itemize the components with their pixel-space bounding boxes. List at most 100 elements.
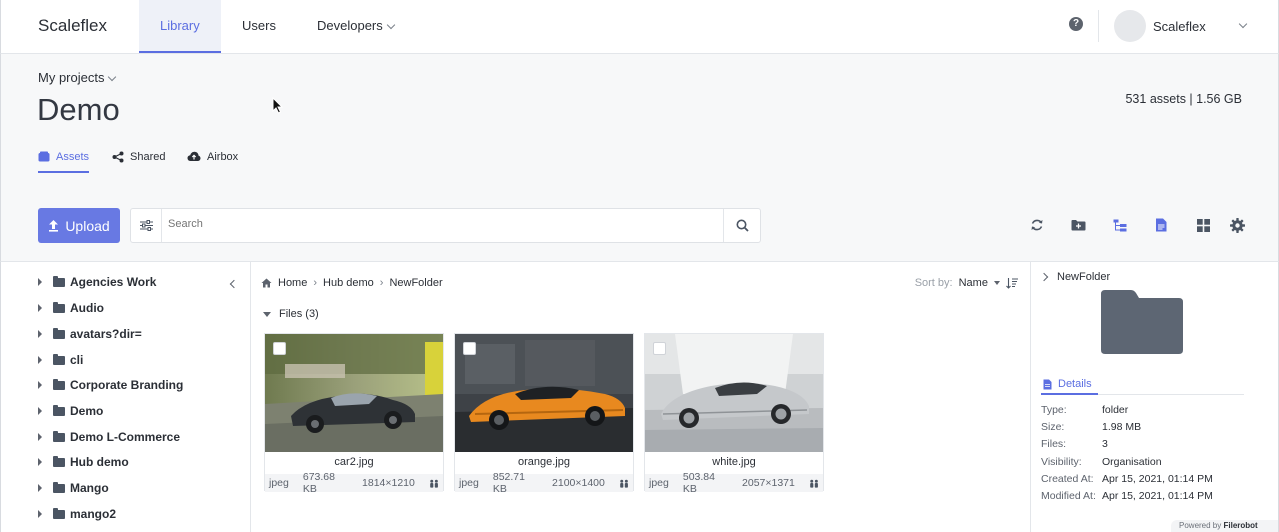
help-icon[interactable]: ? xyxy=(1069,17,1083,31)
tree-icon xyxy=(1113,219,1127,231)
projects-dropdown[interactable]: My projects xyxy=(38,70,117,85)
people-icon xyxy=(810,479,818,488)
folder-item[interactable]: cli xyxy=(38,350,83,370)
search-bar xyxy=(130,208,761,243)
avatar[interactable] xyxy=(1114,10,1146,42)
sort-order-icon[interactable] xyxy=(1006,277,1018,289)
folder-plus-icon xyxy=(1071,220,1085,231)
tree-view-button[interactable] xyxy=(1112,217,1128,233)
gear-icon xyxy=(1229,217,1245,233)
caret-right-icon[interactable] xyxy=(38,330,42,338)
caret-down-icon xyxy=(263,311,271,317)
detail-row: Files: 3 xyxy=(1041,438,1108,450)
folder-tree: Agencies Work Audio avatars?dir= cli Cor… xyxy=(0,262,251,532)
assets-icon xyxy=(38,151,50,162)
detail-row: Created At: Apr 15, 2021, 01:14 PM xyxy=(1041,473,1213,485)
subtab-shared[interactable]: Shared xyxy=(112,151,165,173)
caret-right-icon[interactable] xyxy=(38,458,42,466)
detail-row: Visibility: Organisation xyxy=(1041,456,1162,468)
file-card[interactable]: car2.jpg jpeg 673.68 KB 1814×1210 xyxy=(264,333,444,495)
sort-select[interactable]: Name xyxy=(959,277,1000,289)
chevron-right-icon[interactable] xyxy=(1039,272,1049,282)
select-checkbox[interactable] xyxy=(463,342,476,355)
grid-view-button[interactable] xyxy=(1195,217,1211,233)
caret-down-icon xyxy=(994,281,1000,285)
file-name: white.jpg xyxy=(712,456,756,468)
search-input[interactable] xyxy=(168,218,708,230)
folder-icon xyxy=(53,507,65,519)
folder-item[interactable]: Agencies Work xyxy=(38,272,156,292)
tab-details[interactable]: Details xyxy=(1041,375,1098,395)
select-checkbox[interactable] xyxy=(273,342,286,355)
file-card[interactable]: orange.jpg jpeg 852.71 KB 2100×1400 xyxy=(454,333,634,495)
select-checkbox[interactable] xyxy=(653,342,666,355)
details-tabs: Details xyxy=(1041,375,1244,395)
caret-right-icon[interactable] xyxy=(38,356,42,364)
chevron-right-icon: › xyxy=(379,277,384,289)
chevron-down-icon xyxy=(108,72,117,82)
folder-item[interactable]: Corporate Branding xyxy=(38,375,183,395)
details-panel-button[interactable] xyxy=(1153,217,1169,233)
folder-icon xyxy=(53,378,65,390)
subtab-airbox[interactable]: Airbox xyxy=(187,151,238,173)
asset-stats: 531 assets | 1.56 GB xyxy=(1125,92,1242,106)
folder-item[interactable]: Audio xyxy=(38,298,104,318)
upload-arrow-icon xyxy=(49,220,59,232)
caret-right-icon[interactable] xyxy=(38,304,42,312)
upload-button[interactable]: Upload xyxy=(38,208,120,243)
user-name[interactable]: Scaleflex xyxy=(1153,19,1206,34)
thumbnail-white[interactable] xyxy=(645,334,823,452)
search-icon xyxy=(736,219,749,232)
thumbnail-orange[interactable] xyxy=(455,334,633,452)
file-card[interactable]: white.jpg jpeg 503.84 KB 2057×1371 xyxy=(644,333,824,495)
user-menu-chevron-icon[interactable] xyxy=(1238,19,1248,29)
car-image xyxy=(455,334,633,452)
caret-right-icon[interactable] xyxy=(38,510,42,518)
file-browser: Home › Hub demo › NewFolder Sort by: Nam… xyxy=(251,262,1030,532)
folder-item[interactable]: Demo xyxy=(38,401,103,421)
sort-control: Sort by: Name xyxy=(915,277,1018,289)
subtab-assets[interactable]: Assets xyxy=(38,151,90,173)
tab-library[interactable]: Library xyxy=(139,0,221,53)
settings-button[interactable] xyxy=(1229,217,1245,233)
search-button[interactable] xyxy=(723,209,760,242)
folder-item[interactable]: Mango xyxy=(38,478,109,498)
brand-logo[interactable]: Scaleflex xyxy=(38,16,107,36)
refresh-button[interactable] xyxy=(1029,217,1045,233)
tab-users[interactable]: Users xyxy=(221,0,297,53)
folder-item[interactable]: avatars?dir= xyxy=(38,324,142,344)
filter-button[interactable] xyxy=(131,209,162,242)
tab-developers[interactable]: Developers xyxy=(296,0,415,53)
project-header: My projects Demo 531 assets | 1.56 GB As… xyxy=(0,54,1279,262)
share-icon xyxy=(112,151,124,163)
caret-right-icon[interactable] xyxy=(38,433,42,441)
sliders-icon xyxy=(139,220,153,231)
new-folder-button[interactable] xyxy=(1070,217,1086,233)
details-header[interactable]: NewFolder xyxy=(1039,271,1110,283)
folder-item[interactable]: mango2 xyxy=(38,504,116,524)
folder-icon xyxy=(53,301,65,313)
caret-right-icon[interactable] xyxy=(38,278,42,286)
breadcrumb-hub-demo[interactable]: Hub demo xyxy=(323,277,374,289)
caret-right-icon[interactable] xyxy=(38,381,42,389)
cloud-upload-icon xyxy=(187,151,201,161)
folder-item[interactable]: Demo L-Commerce xyxy=(38,427,180,447)
breadcrumb-current: NewFolder xyxy=(389,277,443,289)
breadcrumb: Home › Hub demo › NewFolder xyxy=(261,277,443,289)
document-icon xyxy=(1043,379,1052,389)
document-icon xyxy=(1156,218,1167,232)
breadcrumb-home[interactable]: Home xyxy=(278,277,307,289)
caret-right-icon[interactable] xyxy=(38,484,42,492)
folder-preview-icon xyxy=(1101,290,1183,354)
collapse-sidebar-icon[interactable] xyxy=(229,279,239,289)
chevron-right-icon: › xyxy=(313,277,318,289)
folder-icon xyxy=(53,430,65,442)
home-icon[interactable] xyxy=(261,278,272,288)
detail-row: Size: 1.98 MB xyxy=(1041,421,1142,433)
folder-item[interactable]: Hub demo xyxy=(38,452,129,472)
thumbnail-car2[interactable] xyxy=(265,334,443,452)
files-section-header[interactable]: Files (3) xyxy=(263,308,319,320)
file-meta: jpeg 673.68 KB 1814×1210 xyxy=(265,471,443,495)
powered-by-badge[interactable]: Powered by Filerobot xyxy=(1171,520,1278,532)
caret-right-icon[interactable] xyxy=(38,407,42,415)
